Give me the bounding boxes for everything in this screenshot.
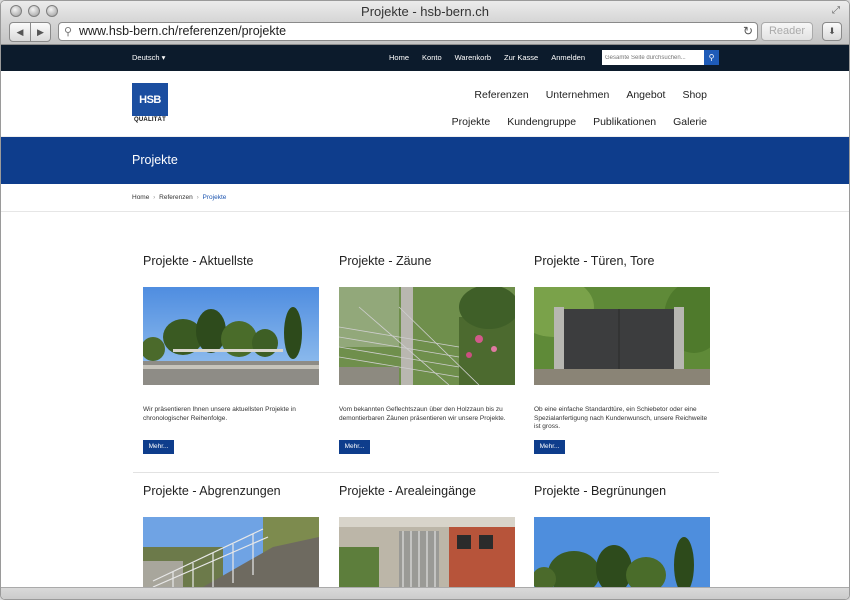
breadcrumb-separator: › <box>153 194 156 201</box>
breadcrumb-current: Projekte <box>202 194 227 201</box>
fence-photo <box>339 287 515 385</box>
breadcrumb-home[interactable]: Home <box>132 194 149 201</box>
forward-arrow-icon: ▶ <box>37 26 44 37</box>
main-nav-secondary: Projekte Kundengruppe Publikationen Gale… <box>452 116 707 128</box>
project-card-tueren-tore: Projekte - Türen, Tore Ob eine einfache … <box>534 254 710 454</box>
project-card-arealeingaenge: Projekte - Arealeingänge <box>339 484 515 587</box>
window-title: Projekte - hsb-bern.ch <box>361 4 489 19</box>
card-image[interactable] <box>534 287 710 385</box>
topnav-warenkorb[interactable]: Warenkorb <box>455 53 491 62</box>
topnav-zur-kasse[interactable]: Zur Kasse <box>504 53 538 62</box>
browser-toolbar: ◀ ▶ ⚲ www.hsb-bern.ch/referenzen/projekt… <box>1 21 849 45</box>
site-header: HSB QUALITÄT Referenzen Unternehmen Ange… <box>1 71 849 137</box>
project-card-zaeune: Projekte - Zäune Vom bekannten Geflechts <box>339 254 515 454</box>
nav-kundengruppe[interactable]: Kundengruppe <box>507 116 576 128</box>
title-bar: Projekte - hsb-bern.ch ⤢ <box>1 1 849 21</box>
account-nav: Home Konto Warenkorb Zur Kasse Anmelden <box>389 53 585 62</box>
nav-publikationen[interactable]: Publikationen <box>593 116 656 128</box>
topnav-konto[interactable]: Konto <box>422 53 442 62</box>
window-bottom-edge <box>1 587 849 599</box>
card-image[interactable] <box>143 287 319 385</box>
fullscreen-icon[interactable]: ⤢ <box>832 5 843 16</box>
site-search: ⚲ <box>602 50 719 65</box>
nav-unternehmen[interactable]: Unternehmen <box>546 89 610 101</box>
language-selector[interactable]: Deutsch ▾ <box>132 53 165 62</box>
card-title[interactable]: Projekte - Zäune <box>339 254 515 268</box>
row-divider <box>133 472 719 473</box>
download-icon: ⬇ <box>828 26 836 36</box>
topnav-anmelden[interactable]: Anmelden <box>551 53 585 62</box>
more-button[interactable]: Mehr... <box>339 440 370 454</box>
reader-button[interactable]: Reader <box>761 22 813 41</box>
page-title: Projekte <box>132 153 178 167</box>
railing-photo <box>143 517 319 587</box>
nav-projekte[interactable]: Projekte <box>452 116 491 128</box>
card-title[interactable]: Projekte - Abgrenzungen <box>143 484 319 498</box>
topnav-home[interactable]: Home <box>389 53 409 62</box>
logo-subtitle: QUALITÄT <box>134 117 166 123</box>
browser-window: Projekte - hsb-bern.ch ⤢ ◀ ▶ ⚲ www.hsb-b… <box>0 0 850 600</box>
card-title[interactable]: Projekte - Aktuellste <box>143 254 319 268</box>
search-button[interactable]: ⚲ <box>704 50 719 65</box>
search-icon: ⚲ <box>64 26 73 38</box>
history-buttons: ◀ ▶ <box>9 22 51 42</box>
breadcrumb: Home › Referenzen › Projekte <box>1 184 849 212</box>
nav-galerie[interactable]: Galerie <box>673 116 707 128</box>
card-title[interactable]: Projekte - Türen, Tore <box>534 254 710 268</box>
breadcrumb-referenzen[interactable]: Referenzen <box>159 194 193 201</box>
card-description: Ob eine einfache Standardtüre, ein Schie… <box>534 406 708 430</box>
pergola-photo <box>143 287 319 385</box>
greening-photo <box>534 517 710 587</box>
logo-mark: HSB <box>132 83 168 116</box>
project-card-abgrenzungen: Projekte - Abgrenzungen <box>143 484 319 587</box>
card-image[interactable] <box>534 517 710 587</box>
card-image[interactable] <box>339 287 515 385</box>
downloads-button[interactable]: ⬇ <box>822 22 842 41</box>
card-image[interactable] <box>339 517 515 587</box>
breadcrumb-separator: › <box>196 194 199 201</box>
search-input[interactable] <box>602 50 704 65</box>
nav-angebot[interactable]: Angebot <box>626 89 665 101</box>
nav-referenzen[interactable]: Referenzen <box>474 89 528 101</box>
page-banner: Projekte <box>1 137 849 184</box>
card-description: Vom bekannten Geflechtszaun über den Hol… <box>339 406 506 422</box>
search-icon: ⚲ <box>708 53 715 62</box>
card-description: Wir präsentieren Ihnen unsere aktuellste… <box>143 406 296 422</box>
nav-shop[interactable]: Shop <box>682 89 707 101</box>
forward-button[interactable]: ▶ <box>30 23 50 41</box>
project-card-begruenungen: Projekte - Begrünungen <box>534 484 710 587</box>
address-bar[interactable]: ⚲ www.hsb-bern.ch/referenzen/projekte ↻ <box>58 22 758 41</box>
top-bar: Deutsch ▾ Home Konto Warenkorb Zur Kasse… <box>1 45 849 71</box>
card-title[interactable]: Projekte - Arealeingänge <box>339 484 515 498</box>
breadcrumb-trail: Home › Referenzen › Projekte <box>132 194 226 201</box>
url-text: www.hsb-bern.ch/referenzen/projekte <box>79 24 287 38</box>
gate-photo <box>534 287 710 385</box>
card-image[interactable] <box>143 517 319 587</box>
back-arrow-icon: ◀ <box>16 26 24 37</box>
reload-icon[interactable]: ↻ <box>743 24 753 38</box>
back-button[interactable]: ◀ <box>10 23 30 41</box>
main-nav-primary: Referenzen Unternehmen Angebot Shop <box>474 89 707 101</box>
card-title[interactable]: Projekte - Begrünungen <box>534 484 710 498</box>
more-button[interactable]: Mehr... <box>143 440 174 454</box>
project-card-aktuellste: Projekte - Aktuellste Wir präsentieren I… <box>143 254 319 454</box>
logo[interactable]: HSB QUALITÄT <box>132 83 168 124</box>
more-button[interactable]: Mehr... <box>534 440 565 454</box>
entrance-photo <box>339 517 515 587</box>
